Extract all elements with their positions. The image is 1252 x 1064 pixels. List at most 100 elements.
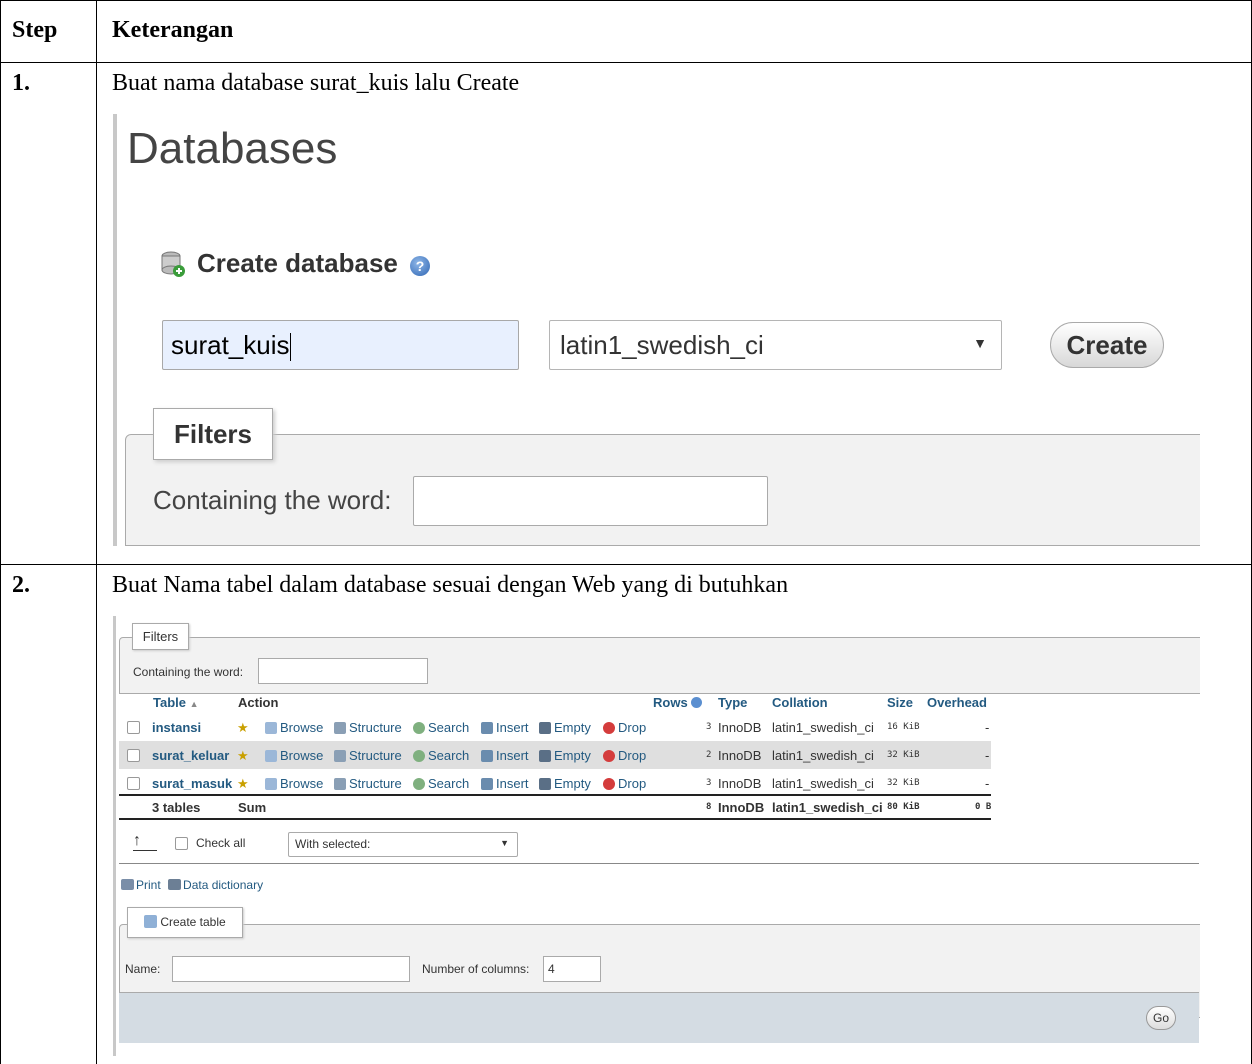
- database-add-icon: [161, 251, 185, 277]
- number-of-columns-input[interactable]: 4: [543, 956, 601, 982]
- row-checkbox[interactable]: [127, 749, 140, 762]
- check-all-label[interactable]: Check all: [196, 836, 245, 850]
- screenshot-tables-list: Filters Containing the word: Table ▲ Act…: [113, 616, 1200, 1058]
- empty-link[interactable]: Empty: [539, 776, 591, 791]
- drop-icon: [603, 778, 615, 790]
- create-database-label: Create database: [197, 248, 398, 278]
- browse-link[interactable]: Browse: [265, 776, 323, 791]
- collation: latin1_swedish_ci: [772, 800, 883, 815]
- structure-link[interactable]: Structure: [334, 776, 402, 791]
- row-checkbox[interactable]: [127, 777, 140, 790]
- favorite-star-icon[interactable]: ★: [237, 776, 249, 792]
- overhead: -: [985, 748, 990, 763]
- dropdown-arrow-icon: ▼: [973, 335, 987, 351]
- size-total: 80 KiB: [887, 802, 920, 812]
- table-border-left: [0, 0, 1, 1064]
- check-all-checkbox[interactable]: [175, 837, 188, 850]
- table-border-mid: [96, 0, 97, 1064]
- row1-step: 1.: [12, 70, 30, 96]
- go-button[interactable]: Go: [1146, 1006, 1176, 1030]
- row2-description: Buat Nama tabel dalam database sesuai de…: [112, 572, 789, 598]
- table-border-header: [0, 62, 1252, 63]
- structure-icon: [334, 750, 346, 762]
- engine-type: InnoDB: [718, 800, 765, 815]
- help-icon[interactable]: [691, 697, 703, 708]
- left-border: [113, 114, 117, 546]
- table-name-link[interactable]: surat_masuk: [152, 776, 232, 791]
- overhead: -: [985, 720, 990, 735]
- table-border-top: [0, 0, 1252, 1]
- search-link[interactable]: Search: [413, 720, 469, 735]
- print-link[interactable]: Print: [121, 878, 161, 892]
- drop-link[interactable]: Drop: [603, 748, 646, 763]
- search-icon: [413, 778, 425, 790]
- table-name-input[interactable]: [172, 956, 410, 982]
- create-button[interactable]: Create: [1050, 322, 1164, 368]
- empty-icon: [539, 778, 551, 790]
- collation-select[interactable]: latin1_swedish_ci ▼: [549, 320, 1002, 370]
- favorite-star-icon[interactable]: ★: [237, 720, 249, 736]
- header-step: Step: [12, 17, 58, 43]
- insert-icon: [481, 778, 493, 790]
- filter-input[interactable]: [258, 658, 428, 684]
- browse-link[interactable]: Browse: [265, 720, 323, 735]
- search-link[interactable]: Search: [413, 748, 469, 763]
- rows-count: 3: [706, 722, 712, 732]
- overhead-total: 0 B: [975, 802, 992, 812]
- structure-icon: [334, 778, 346, 790]
- browse-icon: [265, 750, 277, 762]
- col-table[interactable]: Table ▲: [153, 695, 199, 710]
- col-overhead[interactable]: Overhead: [927, 695, 987, 710]
- col-type[interactable]: Type: [718, 695, 747, 710]
- drop-link[interactable]: Drop: [603, 776, 646, 791]
- empty-icon: [539, 722, 551, 734]
- insert-link[interactable]: Insert: [481, 720, 529, 735]
- table-add-icon: [144, 915, 158, 928]
- table-row: surat_keluar ★ Browse Structure Search I…: [119, 741, 991, 769]
- search-link[interactable]: Search: [413, 776, 469, 791]
- col-collation[interactable]: Collation: [772, 695, 828, 710]
- filter-input[interactable]: [413, 476, 768, 526]
- insert-link[interactable]: Insert: [481, 776, 529, 791]
- collation: latin1_swedish_ci: [772, 776, 874, 791]
- structure-link[interactable]: Structure: [334, 720, 402, 735]
- collation: latin1_swedish_ci: [772, 720, 874, 735]
- search-icon: [413, 750, 425, 762]
- with-selected-label: With selected:: [295, 837, 371, 851]
- col-rows[interactable]: Rows: [653, 695, 703, 710]
- go-bar: [119, 992, 1199, 1043]
- search-icon: [413, 722, 425, 734]
- data-dictionary-icon: [168, 879, 182, 890]
- engine-type: InnoDB: [718, 748, 762, 763]
- empty-link[interactable]: Empty: [539, 748, 591, 763]
- table-name-link[interactable]: surat_keluar: [152, 748, 229, 763]
- print-links: Print Data dictionary: [121, 878, 263, 892]
- structure-link[interactable]: Structure: [334, 748, 402, 763]
- table-name-link[interactable]: instansi: [152, 720, 201, 735]
- screenshot-create-database: Databases Create database ? surat_kuis l…: [113, 114, 1200, 546]
- rows-total: 8: [706, 802, 712, 812]
- browse-link[interactable]: Browse: [265, 748, 323, 763]
- drop-link[interactable]: Drop: [603, 720, 646, 735]
- data-dictionary-link[interactable]: Data dictionary: [168, 878, 263, 892]
- containing-word-label: Containing the word:: [133, 665, 244, 679]
- filters-legend: Filters: [132, 623, 189, 650]
- overhead: -: [985, 776, 990, 791]
- database-name-input[interactable]: surat_kuis: [162, 320, 519, 370]
- with-selected-select[interactable]: With selected: ▼: [288, 832, 518, 857]
- browse-icon: [265, 722, 277, 734]
- insert-link[interactable]: Insert: [481, 748, 529, 763]
- size: 32 KiB: [887, 778, 920, 788]
- col-size[interactable]: Size: [887, 695, 913, 710]
- create-table-legend: Create table: [127, 907, 243, 938]
- help-icon[interactable]: ?: [410, 256, 430, 276]
- dropdown-arrow-icon: ▼: [500, 838, 509, 848]
- favorite-star-icon[interactable]: ★: [237, 748, 249, 764]
- insert-icon: [481, 750, 493, 762]
- left-border: [113, 616, 116, 1056]
- filters-legend: Filters: [153, 408, 273, 460]
- row-checkbox[interactable]: [127, 721, 140, 734]
- empty-link[interactable]: Empty: [539, 720, 591, 735]
- rows-count: 2: [706, 750, 712, 760]
- table-count: 3 tables: [152, 800, 201, 815]
